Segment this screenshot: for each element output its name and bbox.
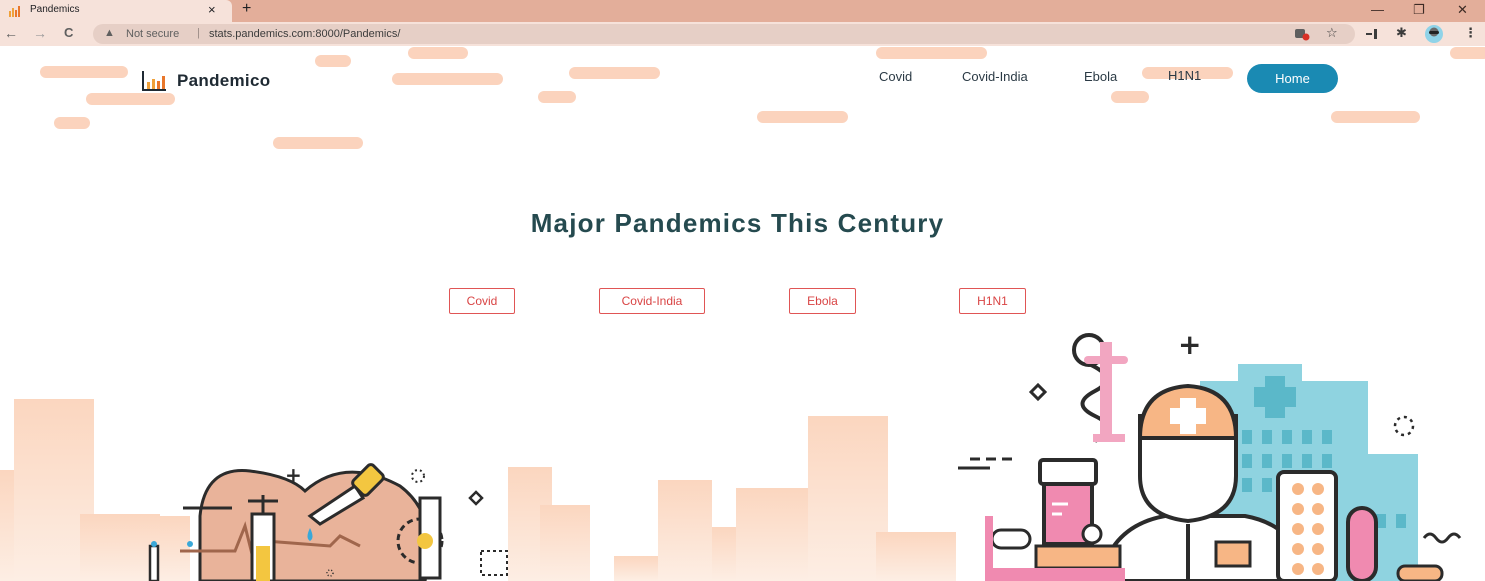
browser-menu-icon[interactable]: ⋮ [1464, 25, 1477, 41]
left-skyline [0, 399, 190, 581]
translate-icon[interactable] [1294, 27, 1310, 41]
url-separator: | [197, 27, 200, 39]
browser-toolbar: ← → C ▲ Not secure | stats.pandemics.com… [0, 22, 1485, 46]
extensions-puzzle-icon[interactable]: ✱ [1396, 25, 1407, 41]
svg-text:+: + [285, 463, 302, 487]
address-bar[interactable]: ▲ Not secure | stats.pandemics.com:8000/… [93, 24, 1355, 44]
new-tab-icon[interactable]: + [242, 0, 251, 18]
back-icon[interactable]: ← [4, 25, 18, 41]
browser-tab[interactable]: Pandemics × [0, 0, 232, 22]
svg-text:+: + [1178, 328, 1201, 361]
profile-avatar-icon[interactable] [1424, 24, 1444, 44]
tab-close-icon[interactable]: × [208, 2, 216, 17]
bookmark-star-icon[interactable]: ☆ [1326, 25, 1338, 41]
media-extension-icon[interactable] [1366, 28, 1380, 40]
reload-icon[interactable]: C [64, 25, 73, 40]
medical-city-illustration: + + [0, 328, 1462, 581]
browser-tab-strip: Pandemics × + — ❐ ✕ [0, 0, 1485, 22]
hospital-illustration: + [958, 328, 1462, 581]
url-text[interactable]: stats.pandemics.com:8000/Pandemics/ [209, 28, 400, 40]
window-close-icon[interactable]: ✕ [1457, 2, 1468, 18]
center-skyline [508, 416, 956, 581]
security-status[interactable]: Not secure [126, 28, 179, 40]
chart-favicon-icon [9, 6, 20, 17]
forward-icon[interactable]: → [33, 25, 47, 41]
lab-illustration: + [148, 463, 508, 581]
web-page: Pandemico Covid Covid-India Ebola H1N1 H… [0, 46, 1485, 581]
restore-icon[interactable]: ❐ [1413, 2, 1425, 18]
tab-title: Pandemics [30, 4, 80, 15]
warning-icon[interactable]: ▲ [104, 27, 115, 39]
minimize-icon[interactable]: — [1371, 2, 1384, 17]
